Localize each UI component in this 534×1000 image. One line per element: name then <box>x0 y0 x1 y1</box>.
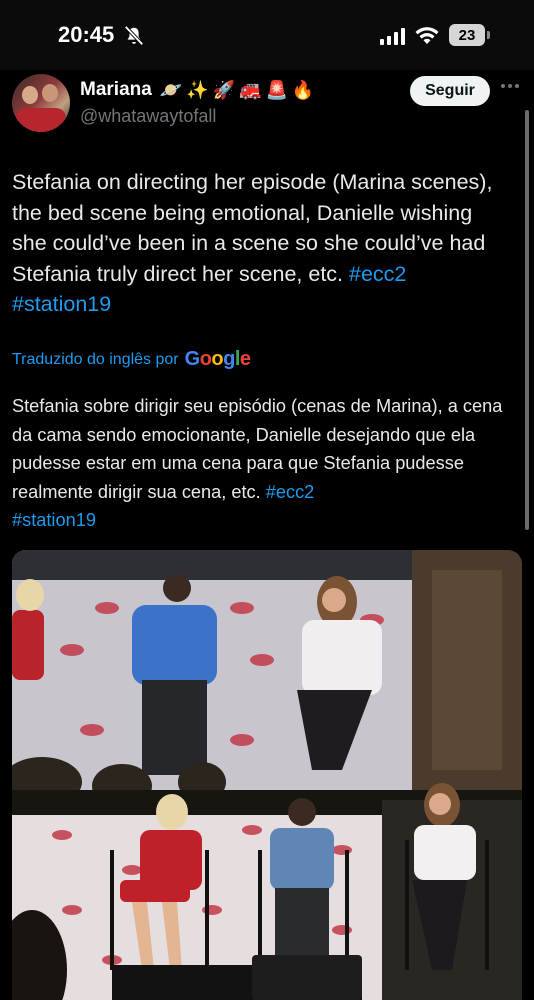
hashtag-link[interactable]: #station19 <box>12 292 111 316</box>
translated-text: Stefania sobre dirigir seu episódio (cen… <box>12 392 517 535</box>
status-time: 20:45 <box>58 22 115 47</box>
scrollbar[interactable] <box>525 110 529 530</box>
hashtag-link[interactable]: #station19 <box>12 510 96 530</box>
police-light-icon: 🚨 <box>265 80 288 100</box>
hashtag-link[interactable]: #ecc2 <box>266 482 315 502</box>
translated-body: Stefania sobre dirigir seu episódio (cen… <box>12 396 503 502</box>
sparkles-icon: ✨ <box>186 80 209 100</box>
status-bar: 20:45 23 <box>0 0 534 70</box>
battery-icon: 23 <box>449 24 485 46</box>
display-name[interactable]: Mariana <box>80 79 152 101</box>
more-options-icon[interactable] <box>501 84 519 88</box>
signal-bars-icon <box>380 28 405 45</box>
hashtag-link[interactable]: #ecc2 <box>349 262 406 286</box>
tweet-media-photo[interactable] <box>12 550 522 1000</box>
author-handle[interactable]: @whatawaytofall <box>80 106 216 127</box>
tweet-text: Stefania on directing her episode (Marin… <box>12 167 512 320</box>
bell-slash-icon <box>124 25 144 46</box>
ringed-planet-icon: 🪐 <box>159 80 183 100</box>
tweet-body: Stefania on directing her episode (Marin… <box>12 170 493 286</box>
translation-attribution[interactable]: Traduzido do inglês por Google <box>12 348 251 371</box>
author-name-row[interactable]: Mariana 🪐 ✨ 🚀 🚒 🚨 🔥 <box>80 79 314 101</box>
wifi-icon <box>415 27 439 44</box>
fire-engine-icon: 🚒 <box>239 80 262 100</box>
fire-icon: 🔥 <box>291 80 315 100</box>
battery-cap <box>487 31 490 39</box>
rocket-icon: 🚀 <box>212 80 236 100</box>
google-logo: Google <box>184 348 251 370</box>
panel-photo <box>12 550 522 1000</box>
follow-button[interactable]: Seguir <box>410 76 490 106</box>
translated-label: Traduzido do inglês por <box>12 350 179 368</box>
avatar[interactable] <box>12 74 70 132</box>
